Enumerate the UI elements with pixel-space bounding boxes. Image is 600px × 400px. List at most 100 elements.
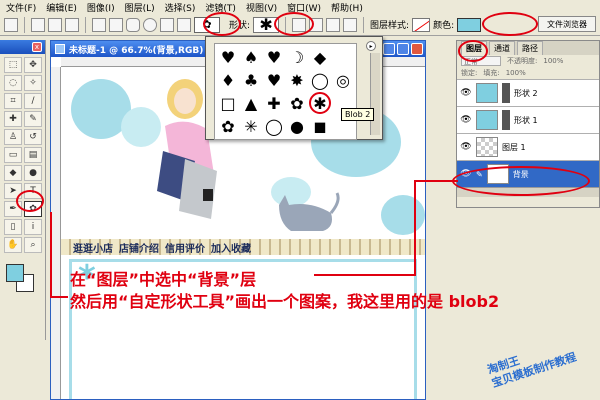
shape-diamond-outline[interactable]: ♦ [217,69,239,91]
stamp-tool[interactable]: ♙ [4,129,22,145]
rectangle-tool-button[interactable] [109,17,123,32]
tab-layers[interactable]: 图层 [461,41,487,55]
brush-tool[interactable]: ✎ [24,111,42,127]
gradient-tool[interactable]: ▤ [24,147,42,163]
shape-heart-2[interactable]: ♥ [263,69,285,91]
shape-square-outline[interactable]: □ [217,92,239,114]
menu-help[interactable]: 帮助(H) [331,1,363,14]
shape-target[interactable]: ◎ [332,69,354,91]
marquee-tool[interactable]: ⬚ [4,57,22,73]
nav-item-favorite[interactable]: 加入收藏 [211,240,251,255]
healing-tool[interactable]: ✚ [4,111,22,127]
tab-paths[interactable]: 路径 [517,41,543,55]
foreground-color-swatch[interactable] [6,264,24,282]
paths-button[interactable] [48,17,62,32]
color-swatch[interactable] [457,17,482,32]
popup-scrollbar[interactable] [370,53,380,135]
shape-star-burst[interactable]: ✸ [286,69,308,91]
layers-panel-tabs: 图层 通道 路径 [457,41,599,55]
eye-icon[interactable]: 👁 [460,114,472,126]
crop-tool[interactable]: ⌗ [4,93,22,109]
shape-heart-outline[interactable]: ♥ [263,46,285,68]
custom-shape-tool[interactable]: ✿ [24,201,42,217]
subtract-button[interactable] [309,17,324,32]
ellipse-tool-button[interactable] [143,17,157,32]
maximize-icon[interactable] [397,43,409,55]
magic-wand-tool[interactable]: ✧ [24,75,42,91]
shape-circle-ring[interactable]: ◯ [309,69,331,91]
dodge-tool[interactable]: ● [24,165,42,181]
shop-nav-bar: 逛逛小店 店铺介绍 信用评价 加入收藏 [61,239,425,255]
menu-filter[interactable]: 滤镜(T) [205,1,236,14]
type-tool[interactable]: T [24,183,42,199]
layer-row-shape-2[interactable]: 👁 形状 2 [457,79,599,106]
shape-heart[interactable]: ♥ [217,46,239,68]
layer-row-background[interactable]: 👁 ✎ 背景 [457,160,599,187]
shape-circle-outline[interactable]: ◯ [263,115,285,137]
menu-select[interactable]: 选择(S) [165,1,196,14]
eraser-tool[interactable]: ▭ [4,147,22,163]
layer-row-layer-1[interactable]: 👁 图层 1 [457,133,599,160]
path-select-tool[interactable]: ➤ [4,183,22,199]
line-tool-button[interactable] [177,17,191,32]
file-browser-tab[interactable]: 文件浏览器 [538,16,596,32]
intersect-button[interactable] [326,17,341,32]
fill-pixels-button[interactable] [65,17,79,32]
eyedropper-tool[interactable]: ⅰ [24,219,42,235]
pen-tool[interactable]: ✒ [4,201,22,217]
blend-mode-select[interactable]: 正常 [461,56,501,66]
menu-view[interactable]: 视图(V) [246,1,277,14]
shape-club[interactable]: ♣ [240,69,262,91]
close-icon[interactable]: x [32,42,42,52]
layer-style-picker[interactable] [412,17,431,32]
shape-blob-2[interactable]: ✱ [309,92,331,114]
menu-layer[interactable]: 图层(L) [125,1,155,14]
custom-shape-tool-button[interactable]: ✿ [194,16,220,33]
layer-style-label: 图层样式: [370,21,410,31]
shape-layers-button[interactable] [31,17,45,32]
layer-row-shape-1[interactable]: 👁 形状 1 [457,106,599,133]
shape-sunburst[interactable]: ✳ [240,115,262,137]
pen-tool-button[interactable] [92,17,106,32]
lasso-tool[interactable]: ◌ [4,75,22,91]
nav-item-about[interactable]: 店铺介绍 [119,240,159,255]
close-icon[interactable] [411,43,423,55]
opacity-value[interactable]: 100% [543,57,563,65]
shape-diamond[interactable]: ◆ [309,46,331,68]
shape-cross[interactable]: ✚ [263,92,285,114]
menu-edit[interactable]: 编辑(E) [46,1,77,14]
nav-item-reviews[interactable]: 信用评价 [165,240,205,255]
blur-tool[interactable]: ◆ [4,165,22,181]
notes-tool[interactable]: ▯ [4,219,22,235]
shape-flower[interactable]: ✿ [286,92,308,114]
hand-tool[interactable]: ✋ [4,237,22,253]
combine-button[interactable] [292,17,307,32]
tab-channels[interactable]: 通道 [489,41,515,55]
nav-item-browse[interactable]: 逛逛小店 [73,240,113,255]
slice-tool[interactable]: ∕ [24,93,42,109]
layer-thumbnail [486,164,509,184]
menu-file[interactable]: 文件(F) [6,1,36,14]
shape-square-filled[interactable]: ◼ [309,115,331,137]
shape-triangle[interactable]: ▲ [240,92,262,114]
rounded-rectangle-tool-button[interactable] [126,17,140,32]
fill-value[interactable]: 100% [506,69,526,77]
zoom-tool[interactable]: ⌕ [24,237,42,253]
eye-icon[interactable]: 👁 [460,141,472,153]
exclude-button[interactable] [343,17,358,32]
shape-moon[interactable]: ☽ [286,46,308,68]
menu-image[interactable]: 图像(I) [87,1,115,14]
tool-preset-button[interactable] [4,17,18,32]
current-shape-picker[interactable]: ✱ [253,15,280,34]
menu-window[interactable]: 窗口(W) [287,1,321,14]
shape-flower-outline[interactable]: ✿ [217,115,239,137]
shape-spade[interactable]: ♠ [240,46,262,68]
eye-icon[interactable]: 👁 [460,168,472,180]
history-brush-tool[interactable]: ↺ [24,129,42,145]
popup-menu-icon[interactable]: ▸ [366,41,376,51]
polygon-tool-button[interactable] [160,17,174,32]
minimize-icon[interactable] [383,43,395,55]
move-tool[interactable]: ✥ [24,57,42,73]
eye-icon[interactable]: 👁 [460,87,472,99]
shape-circle-filled[interactable]: ● [286,115,308,137]
